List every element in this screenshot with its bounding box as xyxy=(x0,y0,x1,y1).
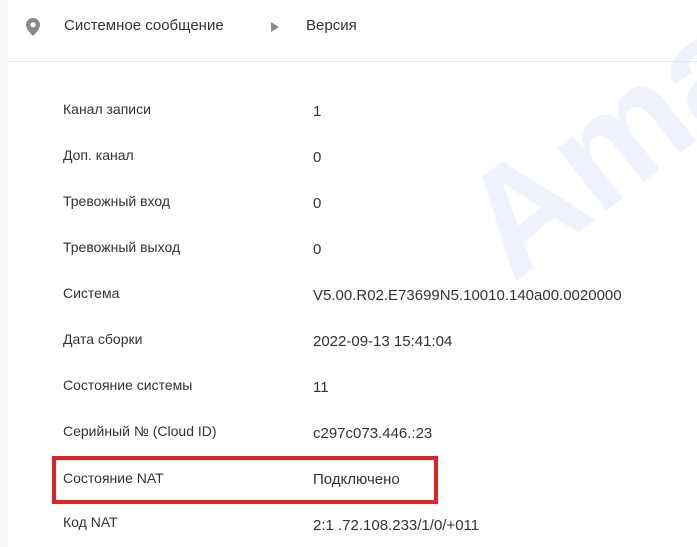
label-record-channel: Канал записи xyxy=(63,101,151,117)
value-record-channel: 1 xyxy=(313,103,322,120)
value-build-date: 2022-09-13 15:41:04 xyxy=(313,333,453,350)
label-alarm-input: Тревожный вход xyxy=(63,193,171,209)
label-serial-number: Серийный № (Cloud ID) xyxy=(63,423,217,439)
breadcrumb: Системное сообщение Версия xyxy=(8,0,697,62)
label-system-status: Состояние системы xyxy=(63,377,193,393)
value-system: V5.00.R02.E73699N5.10010.140a00.0020000 xyxy=(313,287,622,304)
breadcrumb-page: Версия xyxy=(306,17,357,34)
value-serial-number: c297c073.446.:23 xyxy=(313,425,433,442)
label-nat-status: Состояние NAT xyxy=(63,470,164,486)
label-alarm-output: Тревожный выход xyxy=(63,239,181,255)
label-build-date: Дата сборки xyxy=(63,331,143,347)
value-nat-status: Подключено xyxy=(313,471,400,488)
value-alarm-output: 0 xyxy=(313,241,322,258)
version-panel: Ama Системное сообщение Версия Канал зап… xyxy=(8,0,697,547)
label-extra-channel: Доп. канал xyxy=(63,147,134,163)
value-alarm-input: 0 xyxy=(313,195,322,212)
triangle-right-icon xyxy=(271,22,279,32)
value-extra-channel: 0 xyxy=(313,149,322,166)
label-system: Система xyxy=(63,285,120,301)
value-nat-code: 2:1 .72.108.233/1/0/+011 xyxy=(313,517,480,534)
breadcrumb-section[interactable]: Системное сообщение xyxy=(64,17,224,34)
location-pin-icon xyxy=(26,18,40,36)
value-system-status: 11 xyxy=(313,379,329,396)
label-nat-code: Код NAT xyxy=(63,514,118,530)
